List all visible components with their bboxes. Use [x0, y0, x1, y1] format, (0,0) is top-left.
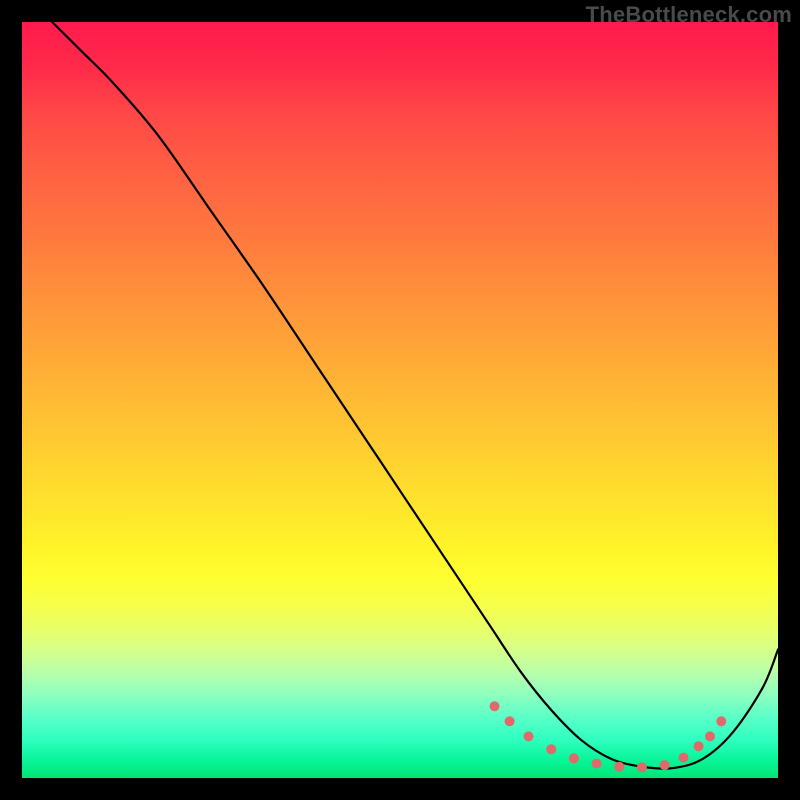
trough-dot — [505, 716, 515, 726]
trough-dot — [679, 753, 689, 763]
trough-dots — [490, 701, 727, 772]
trough-dot — [716, 716, 726, 726]
trough-dot — [490, 701, 500, 711]
trough-dot — [660, 760, 670, 770]
trough-dot — [569, 753, 579, 763]
trough-dot — [614, 762, 624, 772]
trough-dot — [546, 744, 556, 754]
trough-dot — [592, 759, 602, 769]
trough-dot — [705, 731, 715, 741]
bottleneck-curve — [52, 22, 778, 769]
trough-dot — [524, 731, 534, 741]
chart-frame: TheBottleneck.com — [0, 0, 800, 800]
chart-svg — [22, 22, 778, 778]
trough-dot — [694, 741, 704, 751]
trough-dot — [637, 762, 647, 772]
